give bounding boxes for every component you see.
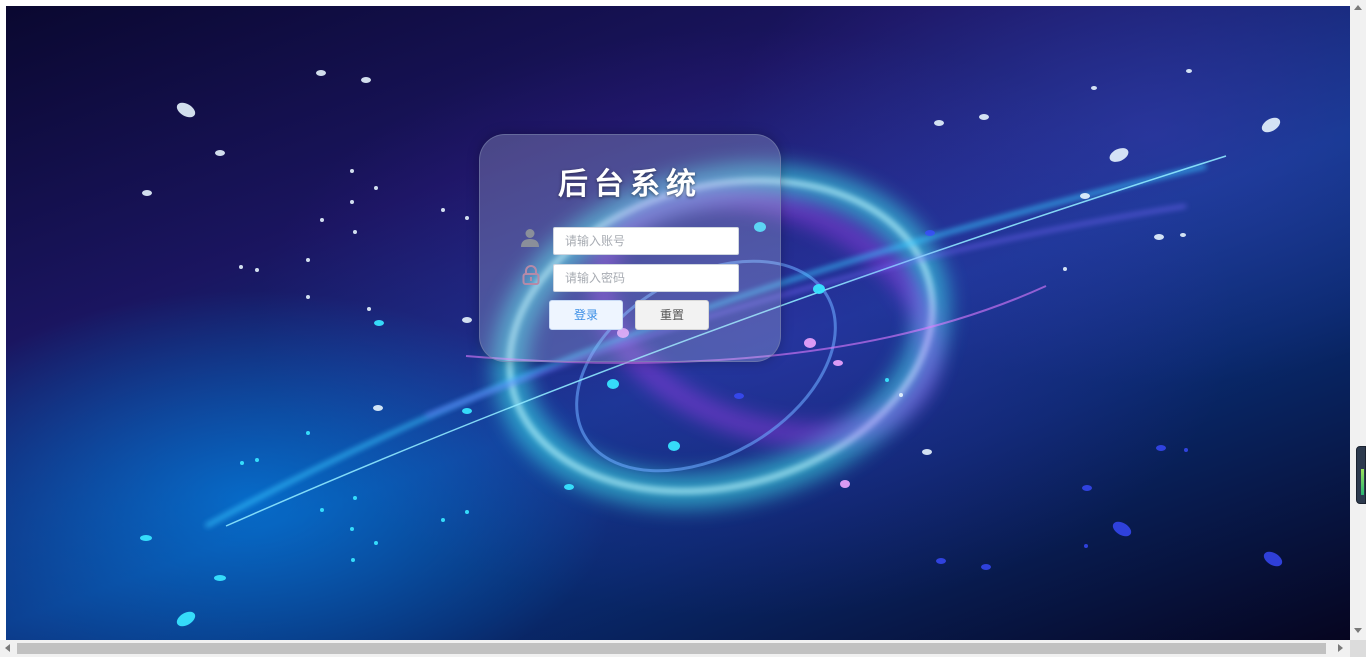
lock-icon <box>520 264 542 286</box>
login-page-background: 后台系统 登录 重置 <box>6 6 1350 640</box>
side-floating-widget[interactable] <box>1356 446 1366 504</box>
scroll-up-arrow-icon[interactable] <box>1354 5 1362 10</box>
scrollbar-corner <box>1350 640 1366 657</box>
horizontal-scrollbar[interactable] <box>0 640 1350 657</box>
scroll-down-arrow-icon[interactable] <box>1354 628 1362 633</box>
reset-button[interactable]: 重置 <box>635 300 709 330</box>
password-input[interactable] <box>553 264 739 292</box>
scroll-left-arrow-icon[interactable] <box>5 644 10 652</box>
page-title: 后台系统 <box>558 167 702 202</box>
user-icon <box>519 227 541 249</box>
scroll-right-arrow-icon[interactable] <box>1338 644 1343 652</box>
vertical-scrollbar[interactable] <box>1350 0 1366 640</box>
login-panel: 后台系统 登录 重置 <box>479 134 781 362</box>
horizontal-scroll-thumb[interactable] <box>17 643 1326 654</box>
login-button[interactable]: 登录 <box>549 300 623 330</box>
level-bar-icon <box>1361 469 1364 495</box>
account-input[interactable] <box>553 227 739 255</box>
